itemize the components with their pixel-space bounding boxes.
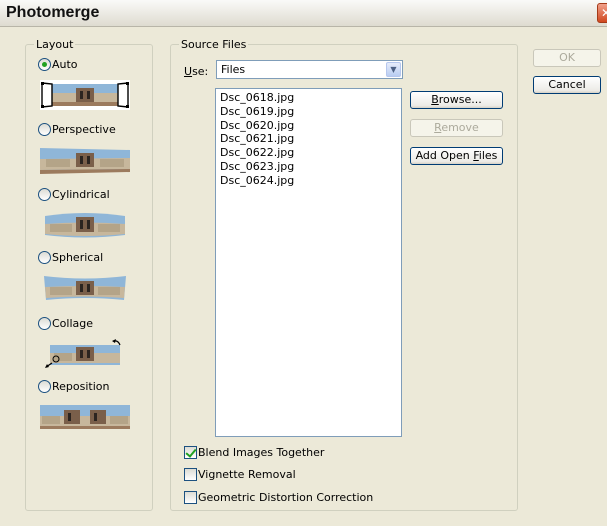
- radio-cylindrical[interactable]: Cylindrical: [38, 186, 110, 202]
- radio-reposition[interactable]: Reposition: [38, 378, 110, 394]
- dialog-title: Photomerge: [6, 4, 100, 21]
- radio-button[interactable]: [38, 250, 51, 264]
- file-items: Dsc_0618.jpg Dsc_0619.jpg Dsc_0620.jpg Dsc_…: [216, 91, 294, 188]
- blend-images-label: Blend Images Together: [198, 445, 325, 459]
- radio-label-collage: Collage: [52, 316, 94, 330]
- cylindrical-preview-image: [45, 213, 125, 238]
- blend-images-option[interactable]: Blend Images Together: [184, 444, 324, 460]
- file-list-item[interactable]: Dsc_0619.jpg: [216, 105, 294, 119]
- auto-preview-image: [40, 80, 130, 110]
- file-list[interactable]: Dsc_0618.jpg Dsc_0619.jpg Dsc_0620.jpg Dsc_…: [215, 88, 402, 437]
- geometric-distortion-checkbox[interactable]: [184, 490, 197, 504]
- add-open-files-button[interactable]: Add Open Files: [410, 147, 503, 165]
- vignette-removal-option[interactable]: Vignette Removal: [184, 466, 296, 482]
- perspective-preview-image: [40, 148, 130, 174]
- close-icon: ✕: [601, 6, 607, 20]
- vignette-removal-label: Vignette Removal: [198, 467, 296, 481]
- spherical-preview-image: [44, 276, 126, 300]
- file-list-item[interactable]: Dsc_0621.jpg: [216, 132, 294, 146]
- file-list-item[interactable]: Dsc_0623.jpg: [216, 160, 294, 174]
- radio-button[interactable]: [38, 379, 51, 393]
- ok-button[interactable]: OK: [533, 49, 601, 67]
- radio-collage[interactable]: Collage: [38, 315, 93, 331]
- radio-auto[interactable]: Auto: [38, 56, 78, 72]
- close-button[interactable]: ✕: [597, 3, 607, 23]
- browse-button[interactable]: Browse...: [410, 91, 503, 109]
- radio-button[interactable]: [38, 187, 51, 201]
- blend-images-checkbox[interactable]: [184, 445, 197, 459]
- chevron-down-icon[interactable]: ▼: [386, 62, 401, 77]
- radio-button[interactable]: [38, 316, 51, 330]
- radio-label-perspective: Perspective: [52, 122, 116, 136]
- use-dropdown-value: Files: [221, 63, 246, 76]
- radio-label-auto: Auto: [52, 57, 78, 71]
- source-files-legend: Source Files: [181, 38, 247, 51]
- use-label: Use:: [184, 64, 209, 78]
- use-dropdown[interactable]: Files ▼: [216, 60, 403, 79]
- use-row: Use:: [184, 62, 208, 80]
- file-list-item[interactable]: Dsc_0620.jpg: [216, 119, 294, 133]
- remove-button[interactable]: Remove: [410, 119, 503, 137]
- vignette-removal-checkbox[interactable]: [184, 467, 197, 481]
- cancel-label: Cancel: [548, 78, 586, 91]
- collage-preview-image: [45, 339, 121, 368]
- layout-legend: Layout: [36, 38, 74, 51]
- file-list-item[interactable]: Dsc_0622.jpg: [216, 146, 294, 160]
- file-list-item[interactable]: Dsc_0618.jpg: [216, 91, 294, 105]
- radio-label-spherical: Spherical: [52, 250, 104, 264]
- reposition-preview-image: [40, 405, 130, 429]
- radio-perspective[interactable]: Perspective: [38, 121, 116, 137]
- radio-button[interactable]: [38, 122, 51, 136]
- radio-label-reposition: Reposition: [52, 379, 110, 393]
- radio-label-cylindrical: Cylindrical: [52, 187, 110, 201]
- file-list-item[interactable]: Dsc_0624.jpg: [216, 174, 294, 188]
- geometric-distortion-option[interactable]: Geometric Distortion Correction: [184, 489, 373, 505]
- radio-spherical[interactable]: Spherical: [38, 249, 103, 265]
- title-bar: Photomerge ✕: [0, 0, 607, 27]
- geometric-distortion-label: Geometric Distortion Correction: [198, 490, 374, 504]
- cancel-button[interactable]: Cancel: [533, 76, 601, 94]
- radio-button[interactable]: [38, 57, 51, 71]
- ok-label: OK: [559, 51, 575, 64]
